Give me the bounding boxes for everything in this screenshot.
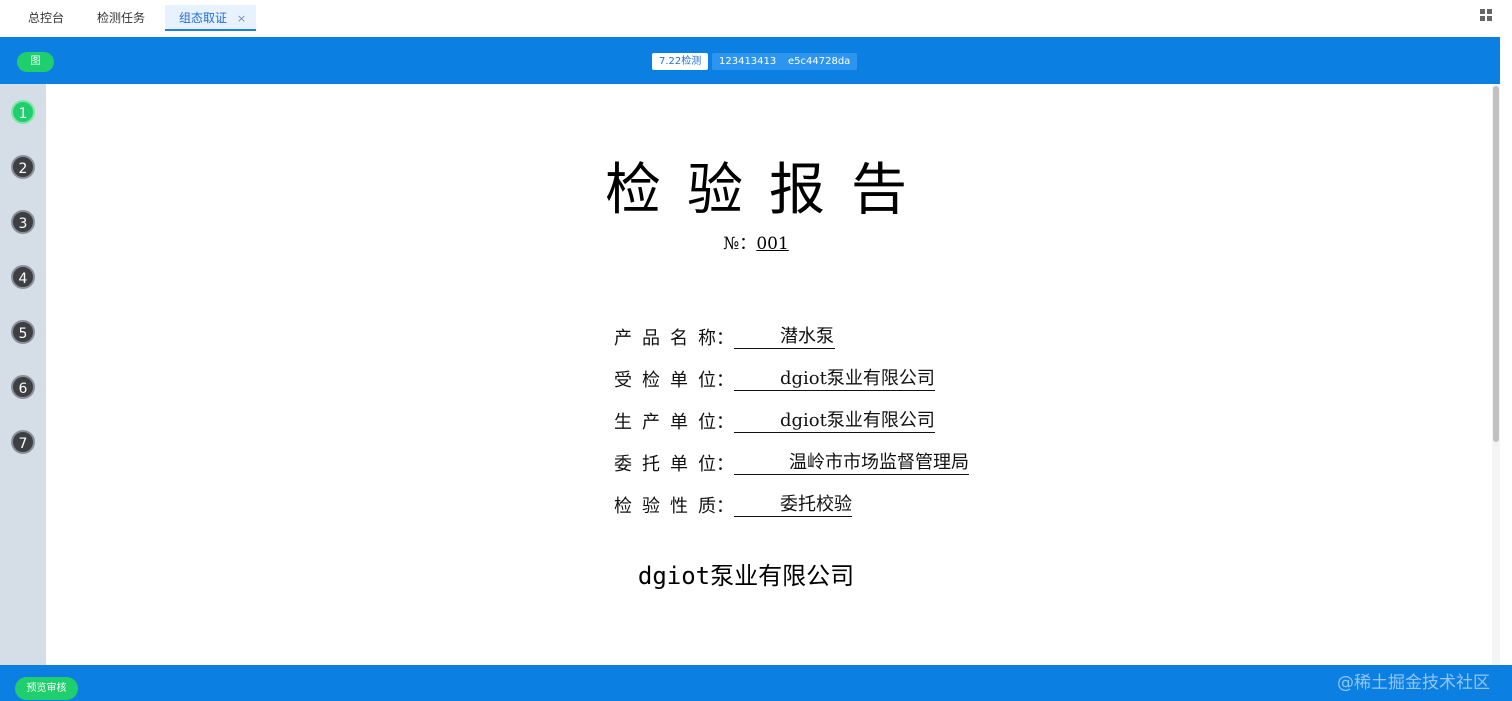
tag-inspection-name[interactable]: 7.22检测 — [652, 53, 709, 70]
step-1[interactable]: 1 — [11, 100, 35, 124]
tab-evidence-collection[interactable]: 组态取证 × — [165, 5, 256, 31]
field-label: 受检单位 — [614, 370, 726, 391]
field-inspected-unit: 受检单位： dgiot泵业有限公司 — [614, 367, 935, 391]
report-fields: 产品名称：潜水泵 受检单位： dgiot泵业有限公司 生产单位： dgiot泵业有限… — [614, 316, 969, 526]
step-7[interactable]: 7 — [11, 430, 35, 454]
report-header-bar: 图 7.22检测 123413413 e5c44728da — [0, 37, 1500, 84]
grid-menu-icon[interactable] — [1480, 9, 1492, 21]
report-title: 检验报告 — [605, 158, 933, 223]
watermark: @稀土掘金技术社区 — [1337, 673, 1490, 693]
report-number-value: 001 — [756, 234, 789, 254]
field-value: 潜水泵 — [734, 326, 835, 349]
field-inspection-type: 检验性质：委托校验 — [614, 493, 852, 517]
tag-task-id[interactable]: 123413413 — [712, 53, 784, 70]
step-5[interactable]: 5 — [11, 320, 35, 344]
tab-label: 检测任务 — [97, 11, 146, 25]
close-icon[interactable]: × — [237, 12, 246, 25]
field-label: 生产单位 — [614, 412, 726, 433]
field-label: 产品名称 — [614, 328, 726, 349]
field-label: 检验性质 — [614, 496, 726, 517]
field-client-unit: 委托单位：温岭市市场监督管理局 — [614, 451, 969, 475]
preview-review-button[interactable]: 预览审核 — [15, 677, 78, 700]
scrollbar-thumb[interactable] — [1493, 86, 1499, 442]
tab-inspection-tasks[interactable]: 检测任务 — [83, 5, 159, 31]
field-value: 温岭市市场监督管理局 — [734, 452, 969, 475]
field-product-name: 产品名称：潜水泵 — [614, 325, 835, 349]
bottom-bar: 预览审核 @稀土掘金技术社区 — [0, 665, 1512, 701]
tab-label: 总控台 — [28, 11, 65, 25]
tag-report-id[interactable]: e5c44728da — [781, 53, 858, 70]
tab-dashboard[interactable]: 总控台 — [14, 5, 78, 31]
field-label: 委托单位 — [614, 454, 726, 475]
report-number-label: №： — [723, 234, 757, 254]
field-production-unit: 生产单位： dgiot泵业有限公司 — [614, 409, 935, 433]
company-name: dgiot泵业有限公司 — [637, 562, 855, 590]
step-4[interactable]: 4 — [11, 265, 35, 289]
field-value: 委托校验 — [734, 494, 852, 517]
image-button[interactable]: 图 — [17, 52, 54, 72]
tab-label: 组态取证 — [179, 11, 228, 25]
report-number: №：001 — [0, 229, 1512, 254]
step-6[interactable]: 6 — [11, 375, 35, 399]
field-value: dgiot泵业有限公司 — [734, 410, 935, 433]
page-edge — [1500, 37, 1512, 665]
tab-bar: 总控台 检测任务 组态取证 × — [0, 0, 1512, 37]
field-value: dgiot泵业有限公司 — [734, 368, 935, 391]
